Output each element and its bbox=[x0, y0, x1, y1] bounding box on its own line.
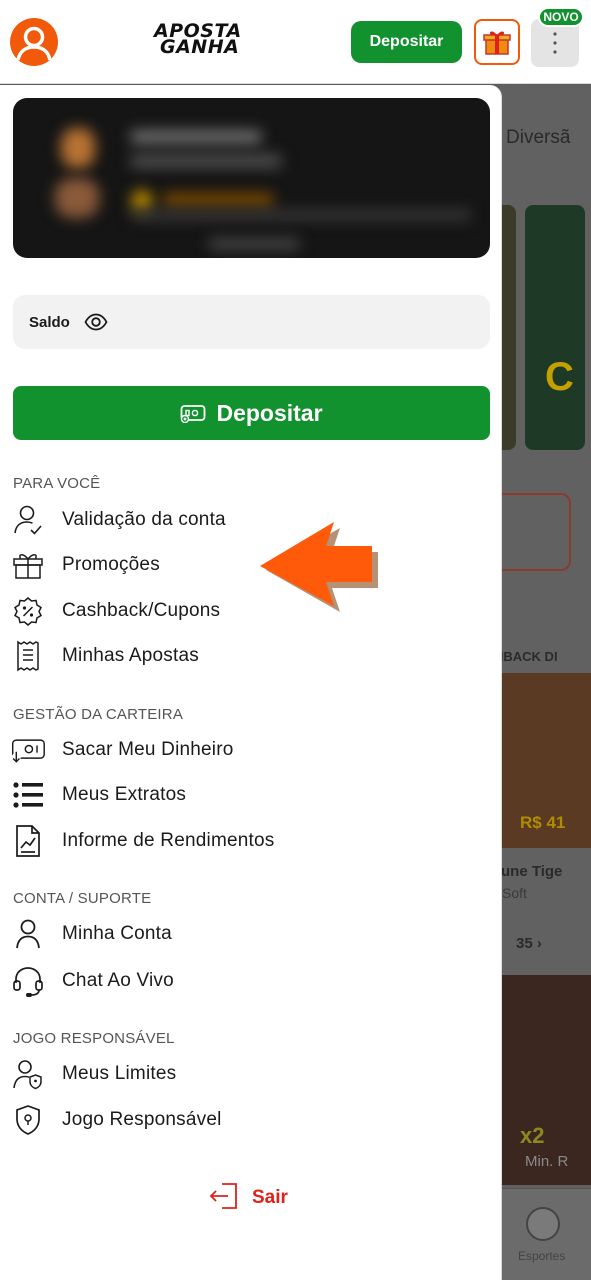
menu-item-label: Promoções bbox=[62, 554, 160, 575]
bg-thumb-multiplier: x2 bbox=[520, 1123, 545, 1148]
report-icon bbox=[10, 823, 46, 859]
bg-count: 35 › bbox=[516, 935, 542, 952]
menu-item-minhas-apostas[interactable]: Minhas Apostas bbox=[10, 636, 490, 676]
blurred-avatar bbox=[55, 178, 99, 218]
user-icon bbox=[10, 916, 46, 952]
discount-badge-icon bbox=[10, 593, 46, 629]
bg-thumb-amount: R$ 41 bbox=[520, 813, 566, 832]
profile-card-blurred[interactable] bbox=[13, 98, 490, 258]
user-shield-icon bbox=[10, 1056, 46, 1092]
list-icon bbox=[10, 777, 46, 813]
bg-section-title: Diversã bbox=[506, 127, 571, 148]
money-icon bbox=[181, 405, 206, 423]
side-drawer: Saldo Depositar PARA VOCÊ Validação da c… bbox=[0, 85, 502, 1280]
logo-line-ganha: GANHA bbox=[160, 36, 240, 58]
menu-item-promocoes[interactable]: Promoções bbox=[10, 545, 490, 585]
logout-label: Sair bbox=[252, 1187, 288, 1208]
bg-count-value: 35 bbox=[516, 935, 533, 952]
bg-game-provider: Soft bbox=[502, 885, 527, 901]
menu-item-minha-conta[interactable]: Minha Conta bbox=[10, 914, 490, 954]
receipt-icon bbox=[10, 638, 46, 674]
logout-button[interactable]: Sair bbox=[208, 1180, 288, 1216]
bg-nav-esportes: Esportes bbox=[518, 1249, 566, 1263]
menu-item-label: Chat Ao Vivo bbox=[62, 970, 174, 991]
eye-icon[interactable] bbox=[84, 310, 108, 334]
user-check-icon bbox=[10, 502, 46, 538]
menu-item-label: Meus Limites bbox=[62, 1063, 177, 1084]
gift-icon bbox=[483, 31, 511, 55]
bg-outlined-card bbox=[500, 493, 571, 571]
new-badge: NOVO bbox=[538, 7, 584, 27]
menu-item-meus-limites[interactable]: Meus Limites bbox=[10, 1054, 490, 1094]
menu-item-label: Validação da conta bbox=[62, 509, 226, 530]
menu-item-label: Meus Extratos bbox=[62, 784, 187, 805]
balance-label: Saldo bbox=[29, 313, 70, 331]
header-deposit-button[interactable]: Depositar bbox=[351, 21, 462, 63]
menu-item-cashback-cupons[interactable]: Cashback/Cupons bbox=[10, 591, 490, 631]
bg-bottom-nav: Esportes bbox=[500, 1188, 591, 1280]
menu-item-label: Informe de Rendimentos bbox=[62, 830, 275, 851]
blurred-text bbox=[131, 154, 281, 168]
blurred-text bbox=[131, 130, 261, 144]
gift-button[interactable] bbox=[474, 19, 520, 65]
menu-item-jogo-responsavel[interactable]: Jogo Responsável bbox=[10, 1100, 490, 1140]
blurred-text bbox=[163, 193, 273, 207]
menu-item-label: Cashback/Cupons bbox=[62, 600, 221, 621]
drawer-deposit-label: Depositar bbox=[216, 399, 323, 426]
bg-game-title: tune Tige bbox=[500, 863, 563, 880]
menu-item-label: Minhas Apostas bbox=[62, 645, 199, 666]
blurred-text bbox=[209, 238, 299, 250]
menu-item-label: Jogo Responsável bbox=[62, 1109, 222, 1130]
top-header: APOSTA GANHA Depositar NOVO bbox=[0, 0, 591, 84]
blurred-avatar bbox=[61, 128, 95, 168]
bg-thumb-min: Min. R bbox=[525, 1153, 569, 1170]
bg-game-thumbnail: R$ 41 bbox=[500, 673, 591, 848]
menu-item-meus-extratos[interactable]: Meus Extratos bbox=[10, 775, 490, 815]
balance-box: Saldo bbox=[13, 295, 490, 349]
bg-game-thumbnail: x2 Min. R bbox=[500, 975, 591, 1185]
bg-cashback-heading: HBACK DI bbox=[500, 649, 558, 664]
bg-game-card bbox=[500, 205, 516, 450]
section-title-jogo-responsavel: JOGO RESPONSÁVEL bbox=[13, 1030, 175, 1047]
menu-item-chat-ao-vivo[interactable]: Chat Ao Vivo bbox=[10, 961, 490, 1001]
headset-icon bbox=[10, 963, 46, 999]
menu-item-sacar-dinheiro[interactable]: Sacar Meu Dinheiro bbox=[10, 730, 490, 770]
soccer-ball-icon bbox=[526, 1207, 560, 1241]
menu-item-informe-rendimentos[interactable]: Informe de Rendimentos bbox=[10, 821, 490, 861]
blurred-level-icon bbox=[131, 190, 153, 212]
section-title-conta-suporte: CONTA / SUPORTE bbox=[13, 890, 152, 907]
section-title-gestao-carteira: GESTÃO DA CARTEIRA bbox=[13, 706, 184, 723]
withdraw-icon bbox=[10, 732, 46, 768]
menu-item-validacao-conta[interactable]: Validação da conta bbox=[10, 500, 490, 540]
section-title-para-voce: PARA VOCÊ bbox=[13, 475, 101, 492]
background-page-overlay[interactable]: Diversã C HBACK DI R$ 41 tune Tige Soft … bbox=[500, 85, 591, 1280]
logout-icon bbox=[208, 1180, 242, 1217]
bg-game-card: C bbox=[525, 205, 585, 450]
pointer-arrow-icon bbox=[260, 522, 378, 612]
brand-logo[interactable]: APOSTA GANHA bbox=[150, 20, 270, 60]
gift-icon bbox=[10, 547, 46, 583]
menu-item-label: Sacar Meu Dinheiro bbox=[62, 739, 234, 760]
shield-icon bbox=[10, 1102, 46, 1138]
kebab-menu-icon bbox=[553, 32, 557, 54]
drawer-deposit-button[interactable]: Depositar bbox=[13, 386, 490, 440]
user-avatar-icon[interactable] bbox=[10, 18, 58, 66]
menu-item-label: Minha Conta bbox=[62, 923, 172, 944]
blurred-progress-bar bbox=[131, 210, 471, 220]
